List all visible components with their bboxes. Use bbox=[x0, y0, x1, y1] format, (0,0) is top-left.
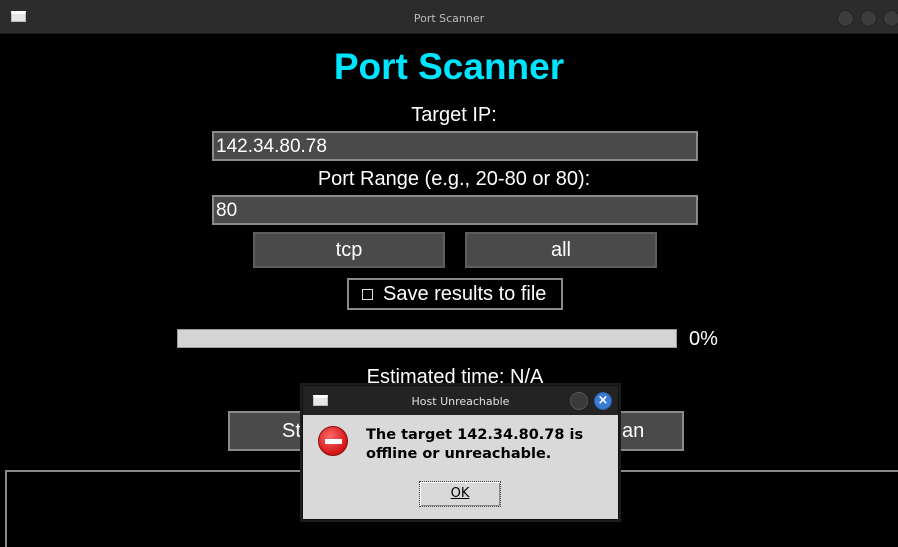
minimize-button[interactable] bbox=[837, 10, 854, 27]
dialog-message: The target 142.34.80.78 is offline or un… bbox=[366, 427, 584, 462]
checkbox-box[interactable] bbox=[362, 289, 373, 300]
window-titlebar[interactable]: Port Scanner bbox=[0, 0, 898, 34]
stop-scan-button[interactable]: an bbox=[612, 411, 684, 451]
app-title: Port Scanner bbox=[333, 46, 565, 87]
target-ip-input[interactable]: 142.34.80.78 bbox=[212, 131, 698, 161]
save-results-checkbox[interactable]: Save results to file bbox=[347, 278, 563, 310]
progress-percent: 0% bbox=[689, 328, 718, 350]
close-button[interactable] bbox=[883, 10, 898, 27]
protocol-select[interactable]: tcp bbox=[253, 232, 445, 268]
error-icon bbox=[318, 426, 348, 456]
port-range-input[interactable]: 80 bbox=[212, 195, 698, 225]
ok-button-label: OK bbox=[450, 486, 470, 501]
progress-bar bbox=[177, 329, 677, 348]
save-results-label: Save results to file bbox=[383, 283, 547, 305]
close-icon[interactable]: × bbox=[594, 392, 612, 410]
start-scan-button[interactable]: St bbox=[228, 411, 308, 451]
port-range-label: Port Range (e.g., 20-80 or 80): bbox=[317, 168, 591, 190]
ok-button[interactable]: OK bbox=[419, 481, 501, 507]
target-ip-label: Target IP: bbox=[411, 104, 497, 126]
window-title: Port Scanner bbox=[413, 12, 485, 25]
host-unreachable-dialog: Host Unreachable × The target 142.34.80.… bbox=[302, 385, 619, 520]
maximize-button[interactable] bbox=[860, 10, 877, 27]
dialog-minimize-button[interactable] bbox=[570, 392, 588, 410]
scan-mode-select[interactable]: all bbox=[465, 232, 657, 268]
